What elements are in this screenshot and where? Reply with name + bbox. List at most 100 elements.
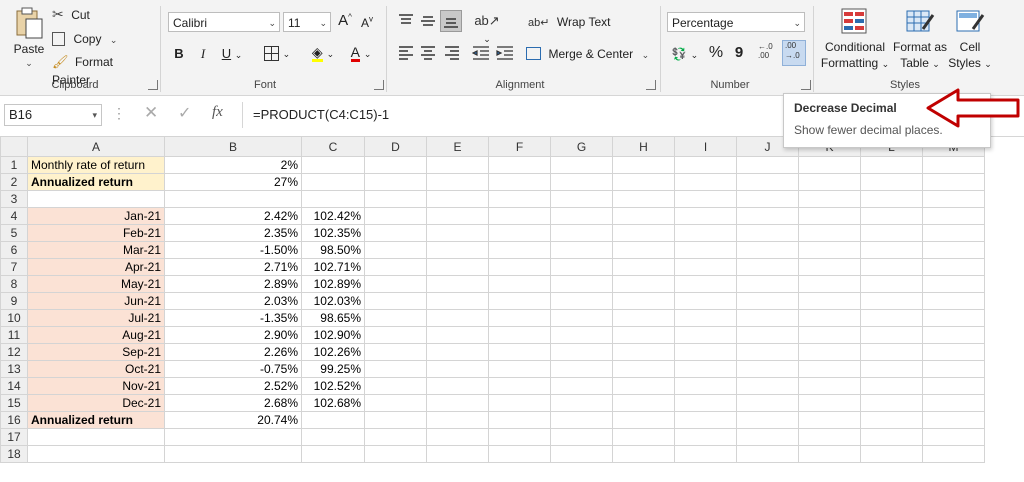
cell-b3[interactable] bbox=[164, 190, 302, 208]
cell-h5[interactable] bbox=[612, 224, 675, 242]
cell-l1[interactable] bbox=[860, 156, 923, 174]
cell-g3[interactable] bbox=[550, 190, 613, 208]
cell-i8[interactable] bbox=[674, 275, 737, 293]
cell-b17[interactable] bbox=[164, 428, 302, 446]
cell-b4[interactable]: 2.42% bbox=[164, 207, 302, 225]
cell-a7[interactable]: Apr-21 bbox=[27, 258, 165, 276]
row-header[interactable]: 4 bbox=[0, 207, 28, 225]
cell-e14[interactable] bbox=[426, 377, 489, 395]
cell-i18[interactable] bbox=[674, 445, 737, 463]
row-header[interactable]: 5 bbox=[0, 224, 28, 242]
cell-a5[interactable]: Feb-21 bbox=[27, 224, 165, 242]
cell-styles-button[interactable]: Cell Styles ⌄ bbox=[948, 4, 992, 72]
cell-k2[interactable] bbox=[798, 173, 861, 191]
cell-e9[interactable] bbox=[426, 292, 489, 310]
cell-m3[interactable] bbox=[922, 190, 985, 208]
cell-k12[interactable] bbox=[798, 343, 861, 361]
cell-f6[interactable] bbox=[488, 241, 551, 259]
decrease-indent-icon[interactable] bbox=[472, 46, 490, 60]
cell-j10[interactable] bbox=[736, 309, 799, 327]
cell-m1[interactable] bbox=[922, 156, 985, 174]
cell-l18[interactable] bbox=[860, 445, 923, 463]
cell-c7[interactable]: 102.71% bbox=[301, 258, 365, 276]
accounting-format-button[interactable]: 💱 ⌄ bbox=[668, 45, 702, 61]
cell-h12[interactable] bbox=[612, 343, 675, 361]
cell-j15[interactable] bbox=[736, 394, 799, 412]
formula-input[interactable]: =PRODUCT(C4:C15)-1 bbox=[242, 102, 793, 128]
percent-style-button[interactable]: % bbox=[707, 44, 725, 62]
number-launcher-icon[interactable] bbox=[801, 80, 811, 90]
cell-j5[interactable] bbox=[736, 224, 799, 242]
cell-d6[interactable] bbox=[364, 241, 427, 259]
cell-e8[interactable] bbox=[426, 275, 489, 293]
cell-j2[interactable] bbox=[736, 173, 799, 191]
cell-e1[interactable] bbox=[426, 156, 489, 174]
cell-e13[interactable] bbox=[426, 360, 489, 378]
cell-l5[interactable] bbox=[860, 224, 923, 242]
align-bottom-button[interactable] bbox=[440, 10, 462, 32]
cell-c9[interactable]: 102.03% bbox=[301, 292, 365, 310]
cell-h4[interactable] bbox=[612, 207, 675, 225]
cancel-icon[interactable]: ✕ bbox=[144, 103, 158, 123]
cell-d11[interactable] bbox=[364, 326, 427, 344]
cell-m8[interactable] bbox=[922, 275, 985, 293]
cell-l6[interactable] bbox=[860, 241, 923, 259]
cut-button[interactable]: ✂ Cut bbox=[52, 6, 112, 24]
cell-j9[interactable] bbox=[736, 292, 799, 310]
orientation-button[interactable]: ab↗ ⌄ bbox=[472, 12, 502, 45]
paste-button[interactable]: Paste ⌄ bbox=[10, 4, 46, 70]
cell-f5[interactable] bbox=[488, 224, 551, 242]
row-header[interactable]: 13 bbox=[0, 360, 28, 378]
cell-f17[interactable] bbox=[488, 428, 551, 446]
cell-d1[interactable] bbox=[364, 156, 427, 174]
cell-f8[interactable] bbox=[488, 275, 551, 293]
cell-i1[interactable] bbox=[674, 156, 737, 174]
cell-c3[interactable] bbox=[301, 190, 365, 208]
column-header-h[interactable]: H bbox=[612, 136, 675, 157]
cell-b14[interactable]: 2.52% bbox=[164, 377, 302, 395]
cell-b13[interactable]: -0.75% bbox=[164, 360, 302, 378]
cell-m4[interactable] bbox=[922, 207, 985, 225]
cell-g6[interactable] bbox=[550, 241, 613, 259]
cell-g7[interactable] bbox=[550, 258, 613, 276]
cell-b8[interactable]: 2.89% bbox=[164, 275, 302, 293]
cell-l12[interactable] bbox=[860, 343, 923, 361]
cell-m11[interactable] bbox=[922, 326, 985, 344]
cell-h9[interactable] bbox=[612, 292, 675, 310]
row-header[interactable]: 3 bbox=[0, 190, 28, 208]
cell-a10[interactable]: Jul-21 bbox=[27, 309, 165, 327]
cell-b15[interactable]: 2.68% bbox=[164, 394, 302, 412]
cell-m15[interactable] bbox=[922, 394, 985, 412]
cell-c12[interactable]: 102.26% bbox=[301, 343, 365, 361]
cell-c1[interactable] bbox=[301, 156, 365, 174]
cell-h18[interactable] bbox=[612, 445, 675, 463]
cell-c16[interactable] bbox=[301, 411, 365, 429]
column-header-g[interactable]: G bbox=[550, 136, 613, 157]
cell-j3[interactable] bbox=[736, 190, 799, 208]
cell-g11[interactable] bbox=[550, 326, 613, 344]
cell-b9[interactable]: 2.03% bbox=[164, 292, 302, 310]
cell-b11[interactable]: 2.90% bbox=[164, 326, 302, 344]
cell-k16[interactable] bbox=[798, 411, 861, 429]
cell-e17[interactable] bbox=[426, 428, 489, 446]
cell-f18[interactable] bbox=[488, 445, 551, 463]
cell-i3[interactable] bbox=[674, 190, 737, 208]
cell-g14[interactable] bbox=[550, 377, 613, 395]
font-launcher-icon[interactable] bbox=[374, 80, 384, 90]
number-format-dropdown[interactable]: Percentage ⌄ bbox=[667, 12, 805, 32]
cell-g4[interactable] bbox=[550, 207, 613, 225]
align-right-icon[interactable] bbox=[444, 46, 460, 60]
cell-l8[interactable] bbox=[860, 275, 923, 293]
cell-g9[interactable] bbox=[550, 292, 613, 310]
cell-l14[interactable] bbox=[860, 377, 923, 395]
cell-i11[interactable] bbox=[674, 326, 737, 344]
cell-a14[interactable]: Nov-21 bbox=[27, 377, 165, 395]
cell-j11[interactable] bbox=[736, 326, 799, 344]
grow-font-button[interactable]: A^ bbox=[336, 12, 354, 29]
row-header[interactable]: 17 bbox=[0, 428, 28, 446]
cell-d13[interactable] bbox=[364, 360, 427, 378]
cell-k14[interactable] bbox=[798, 377, 861, 395]
cell-m16[interactable] bbox=[922, 411, 985, 429]
cell-e3[interactable] bbox=[426, 190, 489, 208]
cell-g16[interactable] bbox=[550, 411, 613, 429]
